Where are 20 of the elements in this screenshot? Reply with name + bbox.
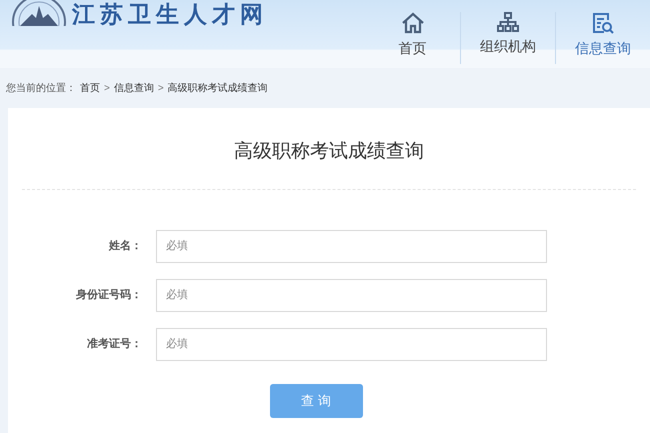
field-label: 身份证号码： bbox=[75, 288, 143, 303]
breadcrumb-separator: > bbox=[158, 82, 164, 96]
nav-tab[interactable]: 首页 bbox=[365, 12, 460, 64]
home-icon bbox=[400, 12, 424, 34]
hierarchy-icon bbox=[497, 12, 519, 32]
field-label: 姓名： bbox=[108, 238, 143, 254]
page-heading: 高级职称考试成绩查询 bbox=[233, 140, 425, 164]
input-field[interactable]: 必填 bbox=[156, 328, 547, 360]
field-label: 准考证号： bbox=[86, 336, 143, 352]
input-field[interactable]: 必填 bbox=[156, 278, 547, 312]
breadcrumb-link[interactable]: 首页 bbox=[80, 80, 100, 96]
breadcrumb-link[interactable]: 信息查询 bbox=[114, 80, 154, 96]
breadcrumb-prefix: 您当前的位置： bbox=[6, 82, 76, 96]
nav-tab[interactable]: 信息查询 bbox=[555, 12, 650, 64]
nav-tab[interactable]: 组织机构 bbox=[460, 12, 555, 64]
site-title: 江苏卫生人才网 bbox=[72, 1, 268, 27]
input-field[interactable]: 必填 bbox=[156, 230, 547, 262]
breadcrumb-link[interactable]: 高级职称考试成绩查询 bbox=[168, 80, 268, 96]
breadcrumb-separator: > bbox=[104, 82, 110, 96]
document-search-icon bbox=[592, 12, 614, 34]
